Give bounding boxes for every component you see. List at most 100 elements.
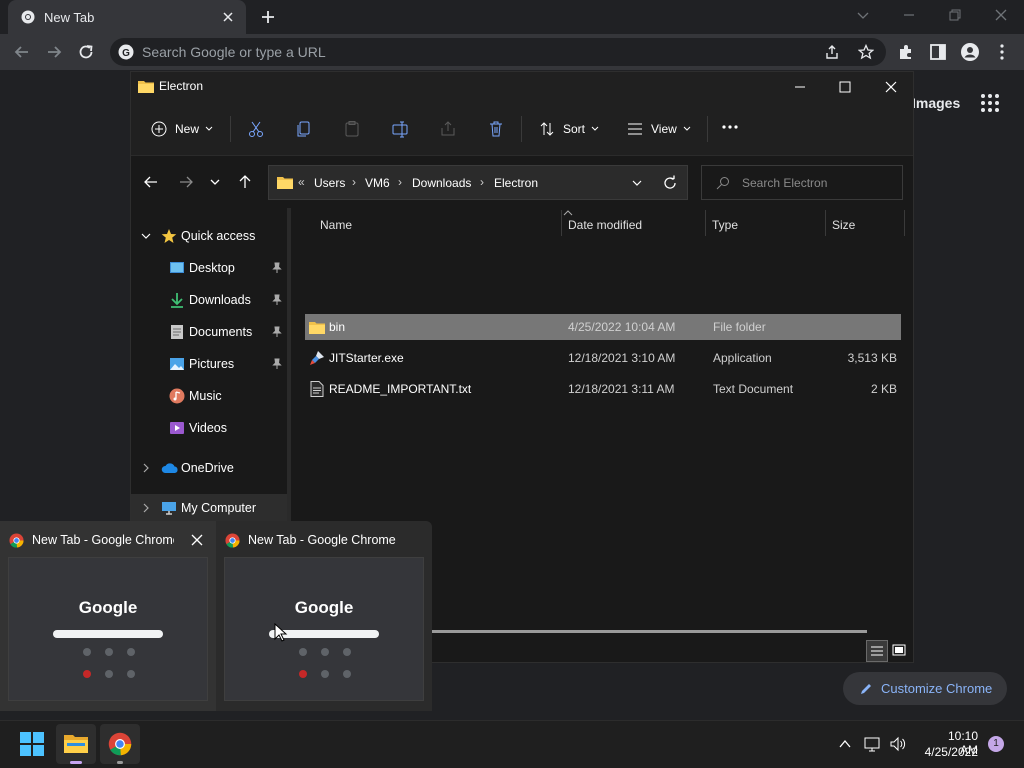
minimize-icon[interactable] [902, 8, 916, 22]
address-bar[interactable]: « Users › VM6 › Downloads › Electron [268, 165, 688, 200]
show-hidden-icons-chevron-icon[interactable] [838, 737, 852, 751]
address-dropdown-chevron-icon[interactable] [631, 178, 643, 188]
breadcrumb-separator-icon[interactable]: › [352, 175, 356, 189]
maximize-icon[interactable] [838, 80, 852, 94]
breadcrumb-separator-icon[interactable]: › [480, 175, 484, 189]
breadcrumb-vm6[interactable]: VM6 [365, 176, 390, 190]
preview-window-1[interactable]: New Tab - Google Chrome Google [0, 521, 216, 711]
nav-item-videos[interactable]: Videos [131, 414, 287, 442]
details-view-icon[interactable] [866, 640, 888, 662]
volume-icon[interactable] [889, 735, 907, 753]
tab-search-chevron-icon[interactable] [856, 8, 870, 22]
chevron-down-icon[interactable] [141, 231, 151, 241]
breadcrumb-downloads[interactable]: Downloads [412, 176, 471, 190]
paste-icon[interactable] [343, 120, 361, 138]
taskbar-clock-date[interactable]: 4/25/2022 [912, 745, 978, 759]
nav-item-onedrive[interactable]: OneDrive [131, 454, 287, 482]
chevron-right-icon[interactable] [141, 463, 151, 473]
file-row-jitstarter[interactable]: JITStarter.exe 12/18/2021 3:10 AM Applic… [305, 345, 901, 371]
taskbar-thumbnail-previews: New Tab - Google Chrome Google New Tab -… [0, 521, 432, 711]
nav-item-downloads[interactable]: Downloads [131, 286, 287, 314]
search-input[interactable]: Search Electron [701, 165, 903, 200]
windows-start-icon[interactable] [20, 732, 44, 756]
horizontal-scrollbar[interactable] [431, 630, 867, 633]
overflow-chevron-icon[interactable]: « [298, 175, 305, 189]
omnibox[interactable]: G Search Google or type a URL [110, 38, 886, 66]
nav-item-music[interactable]: Music [131, 382, 287, 410]
notification-badge[interactable]: 1 [988, 736, 1004, 752]
sort-button[interactable]: Sort [535, 116, 601, 142]
up-arrow-icon[interactable] [237, 174, 253, 190]
column-divider[interactable] [904, 210, 905, 236]
shortcut-icon [105, 670, 113, 678]
side-panel-icon[interactable] [928, 42, 948, 62]
large-icons-view-icon[interactable] [888, 640, 910, 662]
close-preview-icon[interactable] [190, 533, 204, 547]
nav-item-documents[interactable]: Documents [131, 318, 287, 346]
new-tab-icon[interactable] [260, 9, 276, 25]
profile-avatar-icon[interactable] [960, 42, 980, 62]
google-g-icon: G [118, 44, 134, 60]
recent-locations-chevron-icon[interactable] [209, 176, 221, 188]
more-options-icon[interactable] [721, 124, 739, 130]
back-arrow-icon[interactable] [143, 174, 159, 190]
file-row-readme[interactable]: README_IMPORTANT.txt 12/18/2021 3:11 AM … [305, 376, 901, 402]
preview-window-2[interactable]: New Tab - Google Chrome Google [216, 521, 432, 711]
copy-icon[interactable] [295, 120, 313, 138]
menu-kebab-icon[interactable] [992, 42, 1012, 62]
share-icon[interactable] [439, 120, 457, 138]
view-button[interactable]: View [623, 116, 693, 142]
shortcut-icon [127, 648, 135, 656]
close-tab-icon[interactable] [220, 9, 236, 25]
customize-chrome-button[interactable]: Customize Chrome [843, 672, 1007, 705]
forward-icon[interactable] [44, 42, 64, 62]
share-icon[interactable] [824, 44, 840, 60]
extensions-icon[interactable] [896, 42, 916, 62]
breadcrumb-users[interactable]: Users [314, 176, 345, 190]
refresh-icon[interactable] [662, 175, 678, 191]
nav-item-pictures[interactable]: Pictures [131, 350, 287, 378]
apps-grid-icon[interactable] [980, 93, 1000, 113]
active-indicator [70, 761, 82, 764]
breadcrumb-separator-icon[interactable]: › [398, 175, 402, 189]
taskbar-file-explorer-button[interactable] [56, 724, 96, 764]
network-icon[interactable] [864, 735, 882, 753]
plus-circle-icon [151, 121, 167, 137]
breadcrumb-electron[interactable]: Electron [494, 176, 538, 190]
bookmark-star-icon[interactable] [858, 44, 874, 60]
cut-icon[interactable] [247, 120, 265, 138]
reload-icon[interactable] [76, 42, 96, 62]
close-window-icon[interactable] [994, 8, 1008, 22]
chevron-right-icon[interactable] [141, 503, 151, 513]
column-header-date-modified[interactable]: Date modified [568, 218, 642, 232]
file-row-bin[interactable]: bin 4/25/2022 10:04 AM File folder [305, 314, 901, 340]
star-icon [161, 229, 177, 243]
close-icon[interactable] [884, 80, 898, 94]
pin-icon[interactable] [271, 294, 283, 306]
file-name: JITStarter.exe [329, 351, 404, 365]
nav-item-my-computer[interactable]: My Computer [131, 494, 287, 522]
column-header-name[interactable]: Name [320, 218, 352, 232]
column-header-size[interactable]: Size [832, 218, 855, 232]
column-divider[interactable] [705, 210, 706, 236]
new-button[interactable]: New [147, 116, 217, 142]
delete-icon[interactable] [487, 120, 505, 138]
taskbar-chrome-button[interactable] [100, 724, 140, 764]
pin-icon[interactable] [271, 262, 283, 274]
column-header-type[interactable]: Type [712, 218, 738, 232]
column-divider[interactable] [825, 210, 826, 236]
restore-icon[interactable] [948, 8, 962, 22]
rename-icon[interactable] [391, 120, 409, 138]
quick-access-item[interactable]: Quick access [131, 222, 287, 250]
pin-icon[interactable] [271, 358, 283, 370]
quick-access-label: Quick access [181, 229, 256, 243]
pin-icon[interactable] [271, 326, 283, 338]
forward-arrow-icon[interactable] [178, 174, 194, 190]
back-icon[interactable] [12, 42, 32, 62]
chrome-tab-new-tab[interactable]: New Tab [8, 0, 246, 34]
images-link[interactable]: Images [912, 95, 960, 111]
column-divider[interactable] [561, 210, 562, 236]
minimize-icon[interactable] [793, 80, 807, 94]
nav-item-desktop[interactable]: Desktop [131, 254, 287, 282]
file-name: README_IMPORTANT.txt [329, 382, 472, 396]
